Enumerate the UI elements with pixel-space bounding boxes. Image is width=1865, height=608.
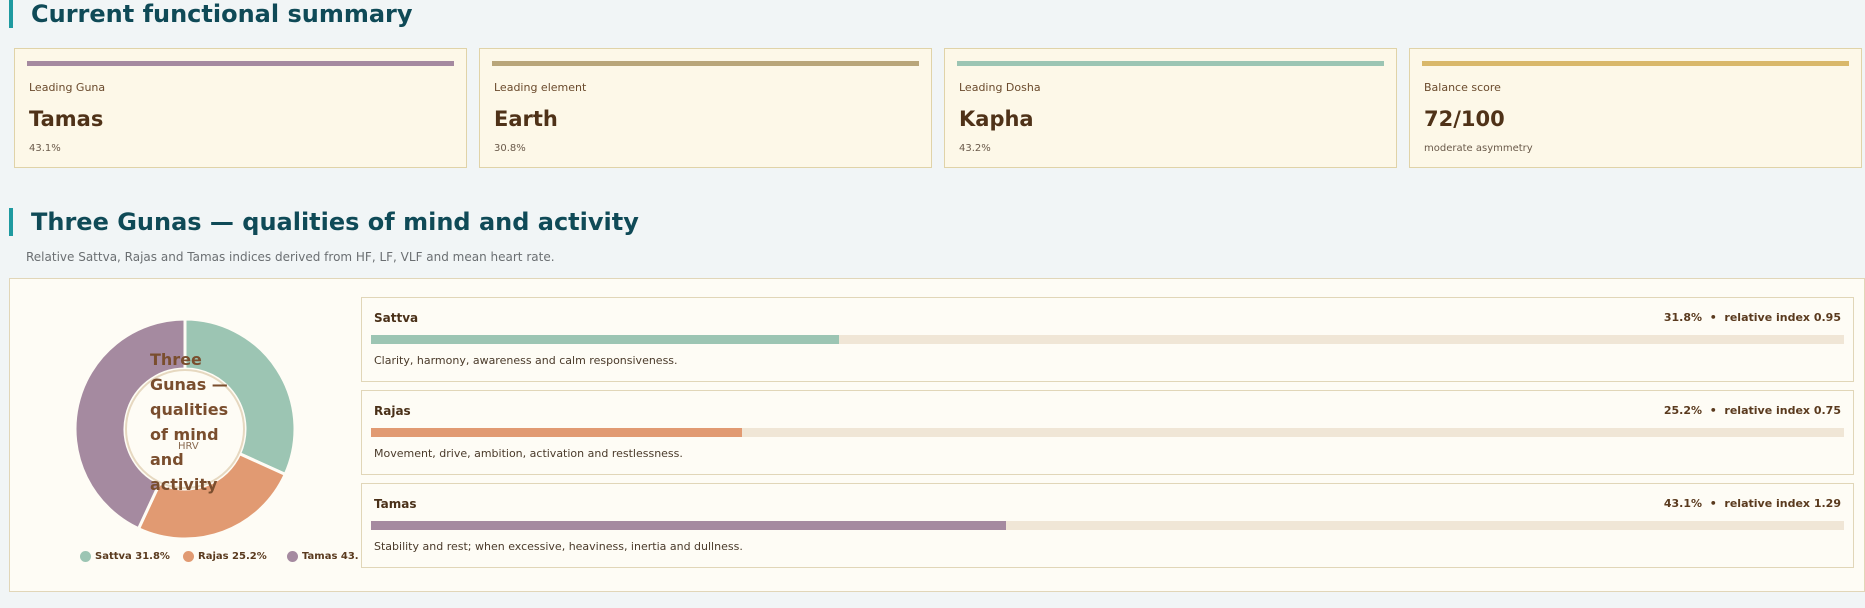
guna-progress-fill xyxy=(371,335,840,344)
legend-item-sattva: Sattva 31.8% xyxy=(80,551,170,563)
card-label: Leading Guna xyxy=(29,81,106,94)
card-value: Kapha xyxy=(959,107,1034,131)
card-note: 30.8% xyxy=(494,143,526,154)
card-accent-bar xyxy=(492,61,919,66)
card-accent-bar xyxy=(957,61,1384,66)
guna-card-sattva: Sattva 31.8% • relative index 0.95 Clari… xyxy=(361,297,1854,382)
separator: • xyxy=(1709,311,1717,324)
guna-progress-track xyxy=(371,428,1844,437)
guna-index: relative index 0.95 xyxy=(1724,311,1841,324)
guna-name: Tamas xyxy=(374,497,417,511)
card-note: 43.1% xyxy=(29,143,61,154)
guna-description: Movement, drive, ambition, activation an… xyxy=(374,447,683,460)
legend-label: Tamas 43. xyxy=(302,551,359,562)
card-leading-dosha: Leading Dosha Kapha 43.2% xyxy=(944,48,1397,168)
card-value: 72/100 xyxy=(1424,107,1505,131)
card-balance-score: Balance score 72/100 moderate asymmetry xyxy=(1409,48,1862,168)
legend-label: Rajas 25.2% xyxy=(198,551,267,562)
donut-center-subtitle: HRV xyxy=(178,441,199,452)
guna-progress-fill xyxy=(371,428,743,437)
gunas-subtitle: Relative Sattva, Rajas and Tamas indices… xyxy=(26,250,555,264)
legend-swatch xyxy=(80,551,91,562)
card-label: Balance score xyxy=(1424,81,1501,94)
separator: • xyxy=(1709,404,1717,417)
gunas-title: Three Gunas — qualities of mind and acti… xyxy=(9,208,639,236)
card-label: Leading element xyxy=(494,81,587,94)
guna-card-rajas: Rajas 25.2% • relative index 0.75 Moveme… xyxy=(361,390,1854,475)
legend-label: Sattva 31.8% xyxy=(95,551,170,562)
card-label: Leading Dosha xyxy=(959,81,1041,94)
guna-description: Clarity, harmony, awareness and calm res… xyxy=(374,354,678,367)
guna-percent: 25.2% xyxy=(1663,404,1703,417)
guna-index: relative index 1.29 xyxy=(1724,497,1841,510)
guna-progress-fill xyxy=(371,521,1006,530)
legend-item-rajas: Rajas 25.2% xyxy=(183,551,267,563)
guna-percent: 31.8% xyxy=(1663,311,1703,324)
card-note: 43.2% xyxy=(959,143,991,154)
summary-cards: Leading Guna Tamas 43.1% Leading element… xyxy=(14,48,1865,170)
guna-name: Sattva xyxy=(374,311,419,325)
donut-center-title: Three Gunas — qualities of mind and acti… xyxy=(150,350,229,494)
card-leading-guna: Leading Guna Tamas 43.1% xyxy=(14,48,467,168)
guna-stats: 43.1% • relative index 1.29 xyxy=(1664,497,1841,510)
separator: • xyxy=(1709,497,1717,510)
card-leading-element: Leading element Earth 30.8% xyxy=(479,48,932,168)
card-accent-bar xyxy=(27,61,454,66)
guna-name: Rajas xyxy=(374,404,411,418)
guna-progress-track xyxy=(371,335,1844,344)
card-note: moderate asymmetry xyxy=(1424,143,1533,154)
legend-swatch xyxy=(287,551,298,562)
card-value: Earth xyxy=(494,107,558,131)
guna-percent: 43.1% xyxy=(1663,497,1703,510)
guna-stats: 25.2% • relative index 0.75 xyxy=(1664,404,1841,417)
guna-description: Stability and rest; when excessive, heav… xyxy=(374,540,743,553)
card-value: Tamas xyxy=(29,107,104,131)
guna-progress-track xyxy=(371,521,1844,530)
guna-card-tamas: Tamas 43.1% • relative index 1.29 Stabil… xyxy=(361,483,1854,568)
legend-swatch xyxy=(183,551,194,562)
guna-stats: 31.8% • relative index 0.95 xyxy=(1664,311,1841,324)
guna-index: relative index 0.75 xyxy=(1724,404,1841,417)
summary-title: Current functional summary xyxy=(9,0,413,28)
legend-item-tamas: Tamas 43. xyxy=(287,551,359,563)
card-accent-bar xyxy=(1422,61,1849,66)
